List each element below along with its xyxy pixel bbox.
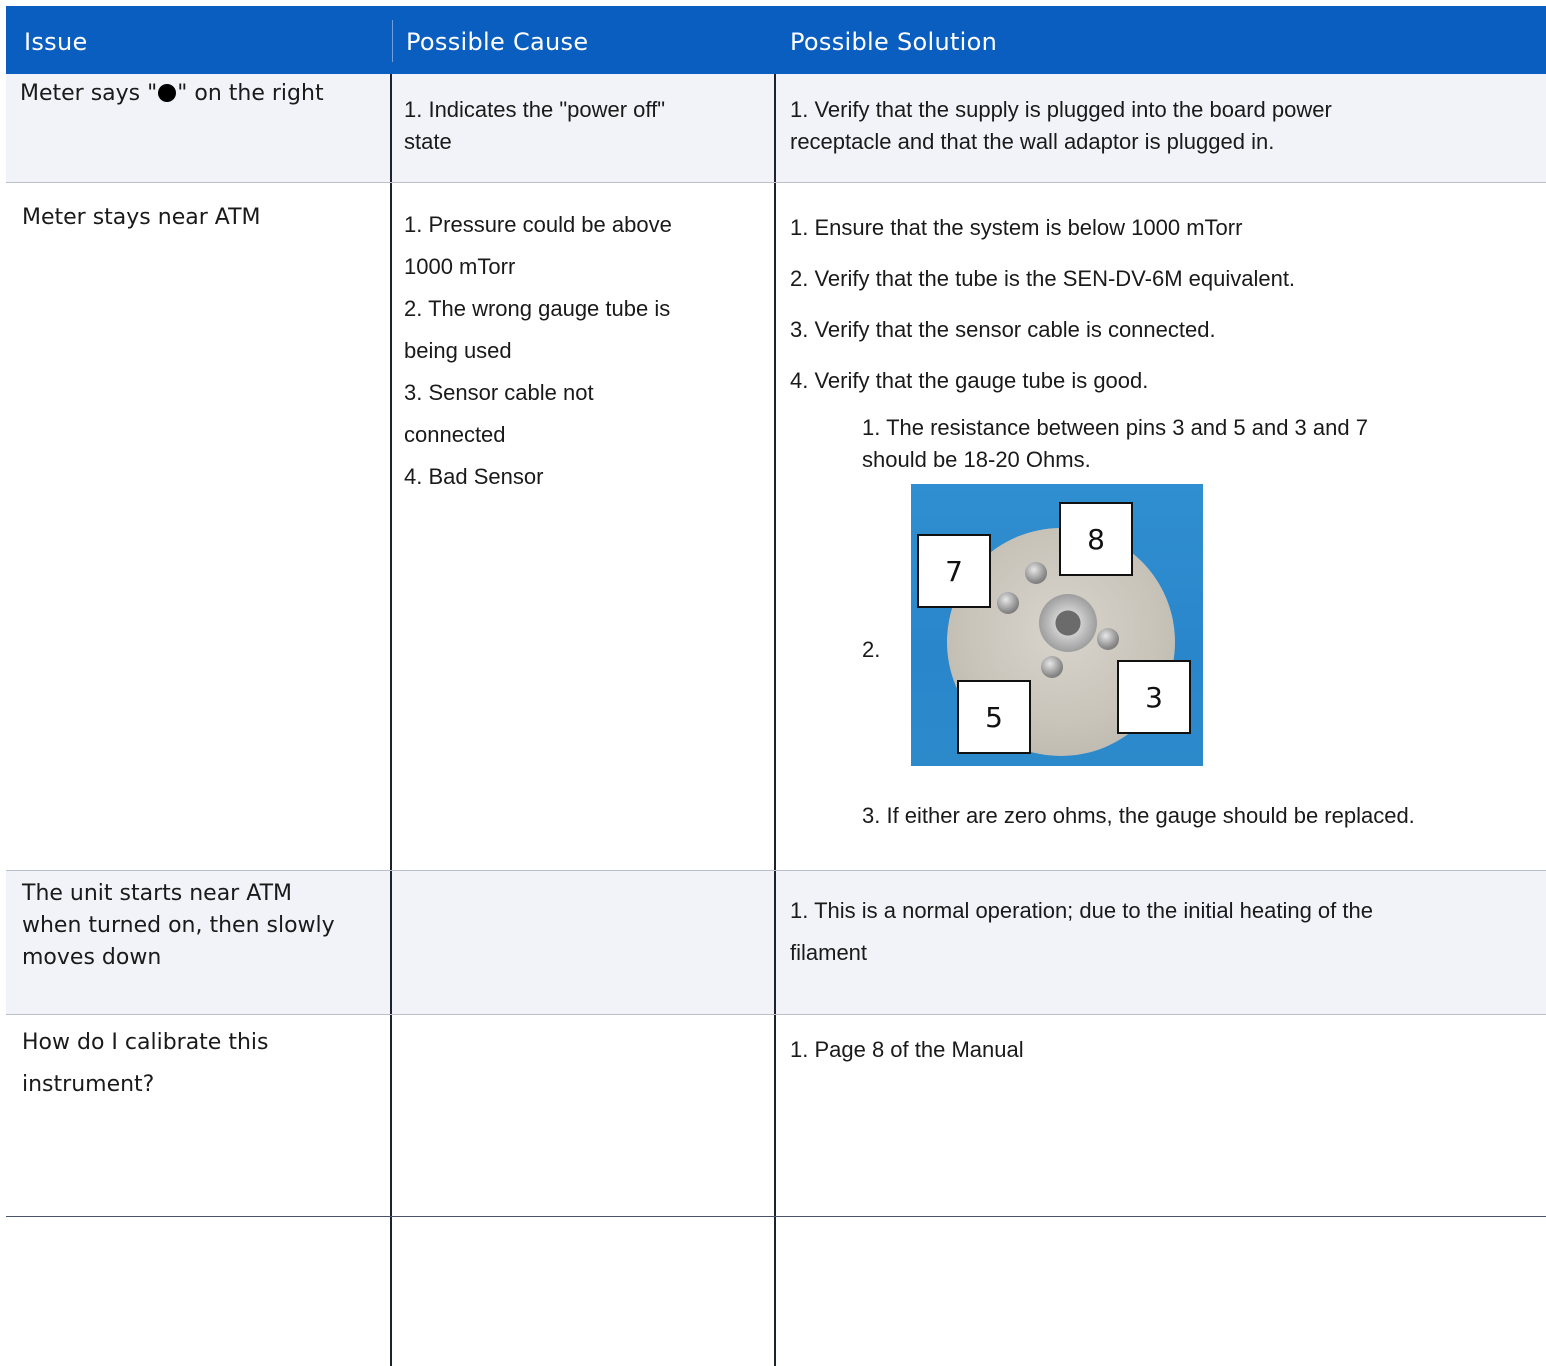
issue-line: moves down: [22, 945, 162, 970]
gauge-center-port: [1039, 594, 1097, 652]
gauge-pin: [1025, 562, 1047, 584]
solution-cell: 1. Verify that the supply is plugged int…: [790, 94, 1332, 158]
row-divider: [6, 870, 1546, 871]
issue-line: instrument?: [22, 1072, 155, 1097]
solution-cell: 1. Page 8 of the Manual: [790, 1037, 1024, 1062]
pin-label-7: 7: [917, 534, 991, 608]
solution-line: filament: [790, 940, 868, 965]
issue-cell: Meter stays near ATM: [22, 205, 261, 230]
solution-line: 1. Verify that the supply is plugged int…: [790, 97, 1332, 122]
issue-cell: Meter says " " on the right: [20, 78, 324, 110]
table-header: Issue Possible Cause Possible Solution: [6, 6, 1546, 74]
cause-line: 1. Indicates the "power off": [404, 97, 666, 122]
gauge-pin: [1041, 656, 1063, 678]
cause-line: 1000 mTorr: [404, 254, 516, 279]
table-row: [6, 1216, 1546, 1366]
cause-line: 3. Sensor cable not: [404, 380, 594, 405]
sub-step-3: 3. If either are zero ohms, the gauge sh…: [862, 803, 1415, 828]
issue-line: How do I calibrate this: [22, 1030, 269, 1055]
solution-line: receptacle and that the wall adaptor is …: [790, 129, 1275, 154]
cause-line: 4. Bad Sensor: [404, 464, 544, 489]
issue-cell: The unit starts near ATM when turned on,…: [22, 878, 335, 974]
issue-line: when turned on, then slowly: [22, 913, 335, 938]
sub-step-2: 2.: [862, 637, 881, 662]
gauge-pin: [997, 592, 1019, 614]
issue-text-start: Meter says ": [20, 81, 158, 106]
pin-label-3: 3: [1117, 660, 1191, 734]
cause-line: 1. Pressure could be above: [404, 212, 672, 237]
solution-cell: 1. Ensure that the system is below 1000 …: [790, 202, 1295, 406]
table-row: Meter says " " on the right 1. Indicates …: [6, 74, 1546, 182]
header-divider: [392, 20, 393, 62]
pin-label-5: 5: [957, 680, 1031, 754]
row-divider: [6, 182, 1546, 183]
table-row: Meter stays near ATM 1. Pressure could b…: [6, 182, 1546, 870]
sub-step-line: 1. The resistance between pins 3 and 5 a…: [862, 415, 1368, 440]
solution-line: 1. This is a normal operation; due to th…: [790, 898, 1373, 923]
column-divider: [390, 74, 392, 1366]
solution-cell: 1. This is a normal operation; due to th…: [790, 890, 1373, 974]
issue-cell: How do I calibrate this instrument?: [22, 1022, 268, 1106]
cause-line: connected: [404, 422, 506, 447]
solution-step: 3. Verify that the sensor cable is conne…: [790, 317, 1216, 342]
cause-line: 2. The wrong gauge tube is: [404, 296, 671, 321]
issue-text-end: " on the right: [177, 81, 324, 106]
column-divider: [774, 74, 776, 1366]
cause-line: being used: [404, 338, 512, 363]
table-row: How do I calibrate this instrument? 1. P…: [6, 1014, 1546, 1216]
solution-step: 2. Verify that the tube is the SEN-DV-6M…: [790, 266, 1296, 291]
gauge-pin: [1097, 628, 1119, 650]
power-off-dot-icon: [158, 84, 177, 102]
pin-label-8: 8: [1059, 502, 1133, 576]
sub-step-1: 1. The resistance between pins 3 and 5 a…: [862, 412, 1368, 476]
row-divider: [6, 1216, 1546, 1217]
header-possible-cause: Possible Cause: [406, 28, 589, 56]
solution-step: 1. Ensure that the system is below 1000 …: [790, 215, 1243, 240]
header-possible-solution: Possible Solution: [790, 28, 998, 56]
cause-line: state: [404, 129, 452, 154]
issue-line: The unit starts near ATM: [22, 881, 292, 906]
cause-cell: 1. Indicates the "power off" state: [404, 94, 665, 158]
sub-step-line: should be 18-20 Ohms.: [862, 447, 1091, 472]
cause-cell: 1. Pressure could be above 1000 mTorr 2.…: [404, 204, 672, 498]
solution-step: 4. Verify that the gauge tube is good.: [790, 368, 1149, 393]
row-divider: [6, 1014, 1546, 1015]
table-row: The unit starts near ATM when turned on,…: [6, 870, 1546, 1014]
header-issue: Issue: [24, 28, 88, 56]
gauge-pin-photo: 8 7 3 5: [911, 484, 1203, 766]
